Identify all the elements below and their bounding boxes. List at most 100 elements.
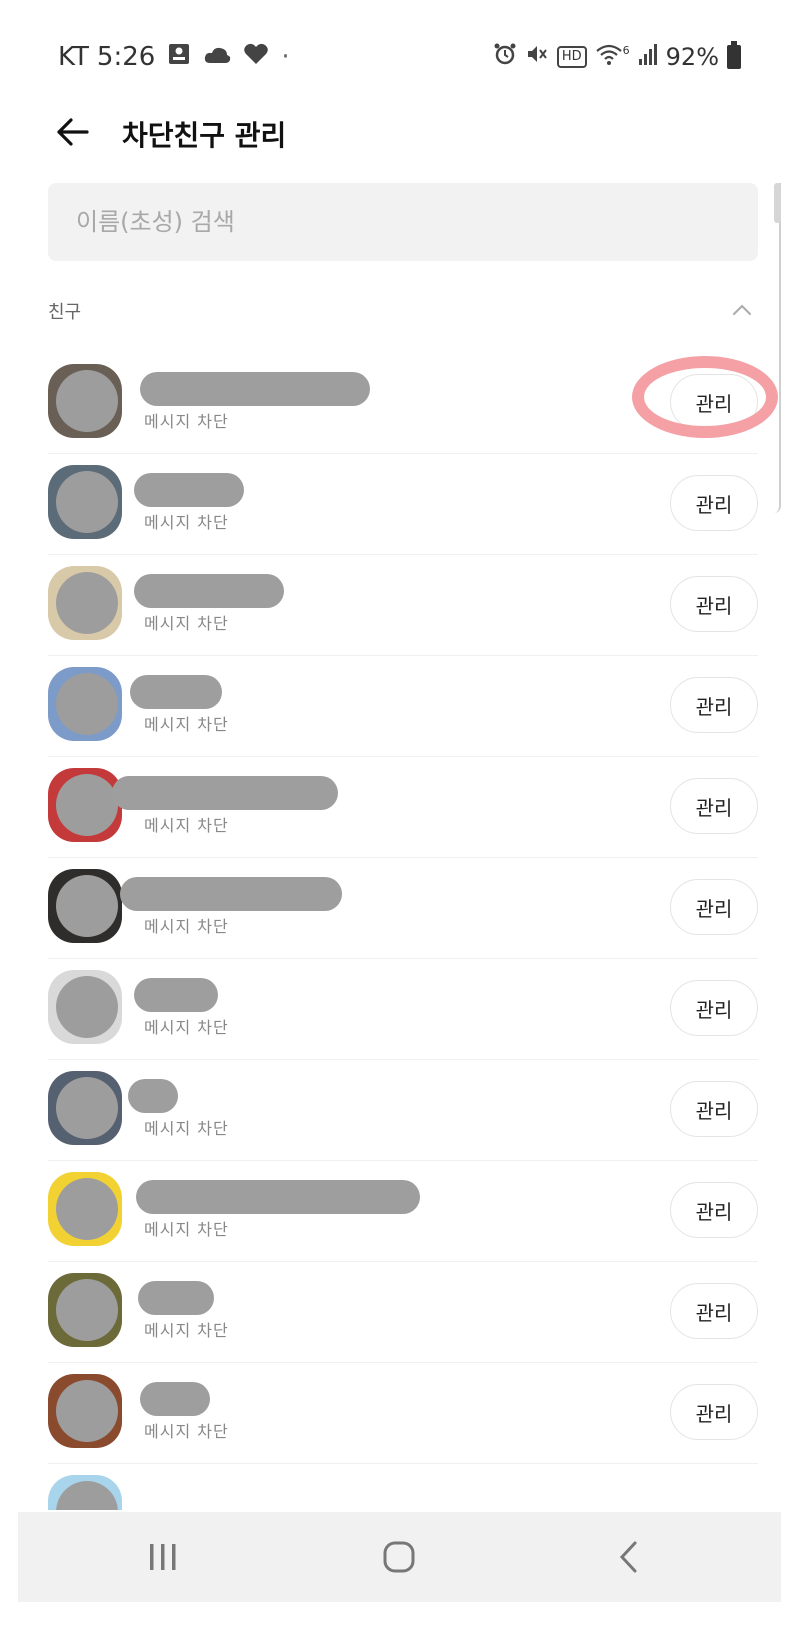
manage-button[interactable]: 관리 bbox=[670, 475, 758, 531]
avatar-redaction bbox=[56, 1178, 118, 1240]
friend-status-label: 메시지 차단 bbox=[144, 715, 229, 734]
mute-icon bbox=[525, 42, 549, 72]
friend-name-redacted bbox=[134, 574, 284, 608]
status-dot: · bbox=[281, 42, 290, 72]
back-icon bbox=[619, 1541, 637, 1573]
manage-button[interactable]: 관리 bbox=[670, 1081, 758, 1137]
friend-name-redacted bbox=[130, 675, 222, 709]
manage-button[interactable]: 관리 bbox=[670, 1384, 758, 1440]
avatar bbox=[48, 768, 122, 842]
friend-name-redacted bbox=[128, 1079, 178, 1113]
hd-voice-icon: HD bbox=[556, 46, 587, 68]
home-icon bbox=[383, 1541, 415, 1573]
message-icon bbox=[167, 42, 191, 72]
manage-button[interactable]: 관리 bbox=[670, 778, 758, 834]
search-box[interactable] bbox=[48, 183, 758, 261]
friend-name-redacted bbox=[120, 877, 342, 911]
friend-row[interactable]: 메시지 차단 관리 bbox=[48, 1360, 758, 1464]
alarm-icon bbox=[493, 42, 517, 72]
status-left: KT 5:26 · bbox=[58, 42, 290, 72]
avatar bbox=[48, 1172, 122, 1246]
page-title: 차단친구 관리 bbox=[122, 119, 287, 152]
friend-status-label: 메시지 차단 bbox=[144, 1018, 229, 1037]
avatar bbox=[48, 364, 122, 438]
avatar-redaction bbox=[56, 1279, 118, 1341]
signal-icon bbox=[638, 43, 658, 71]
avatar bbox=[48, 1374, 122, 1448]
avatar-redaction bbox=[56, 875, 118, 937]
friend-row[interactable]: 메시지 차단 관리 bbox=[48, 1158, 758, 1262]
back-button[interactable] bbox=[50, 110, 94, 154]
friend-row[interactable]: 메시지 차단 관리 bbox=[48, 350, 758, 454]
carrier-label: KT bbox=[58, 42, 89, 72]
section-title: 친구 bbox=[48, 302, 82, 323]
friend-row[interactable]: 메시지 차단 관리 bbox=[48, 855, 758, 959]
avatar-redaction bbox=[56, 572, 118, 634]
friend-name-redacted bbox=[136, 1180, 420, 1214]
manage-button[interactable]: 관리 bbox=[670, 1182, 758, 1238]
friend-status-label: 메시지 차단 bbox=[144, 1422, 229, 1441]
blocked-friend-list: 메시지 차단 관리 메시지 차단 관리 메시지 차단 관리 메시지 차단 관리 메시지 차단 관리… bbox=[0, 350, 799, 1510]
friend-row[interactable]: 메시지 차단 관리 bbox=[48, 653, 758, 757]
clock: 5:26 bbox=[96, 42, 156, 72]
friend-row[interactable]: 메시지 차단 관리 bbox=[48, 754, 758, 858]
avatar bbox=[48, 869, 122, 943]
manage-button[interactable]: 관리 bbox=[670, 374, 758, 430]
friend-name-redacted bbox=[140, 1382, 210, 1416]
friend-row[interactable]: 메시지 차단 관리 bbox=[48, 451, 758, 555]
friend-row[interactable]: 메시지 차단 관리 bbox=[48, 1259, 758, 1363]
battery-icon bbox=[727, 41, 741, 69]
avatar bbox=[48, 1475, 122, 1510]
section-header-friends: 친구 bbox=[48, 290, 758, 330]
friend-name-redacted bbox=[134, 473, 244, 507]
chevron-up-icon bbox=[733, 304, 751, 315]
battery-percent: 92% bbox=[665, 43, 719, 71]
arrow-left-icon bbox=[57, 118, 89, 146]
friend-row[interactable]: 메시지 차단 관리 bbox=[48, 956, 758, 1060]
avatar bbox=[48, 667, 122, 741]
friend-status-label: 메시지 차단 bbox=[144, 816, 229, 835]
avatar-redaction bbox=[56, 1077, 118, 1139]
friend-row[interactable]: 메시지 차단 관리 bbox=[48, 552, 758, 656]
manage-button[interactable]: 관리 bbox=[670, 677, 758, 733]
avatar bbox=[48, 465, 122, 539]
avatar-redaction bbox=[56, 673, 118, 735]
friend-status-label: 메시지 차단 bbox=[144, 1119, 229, 1138]
scrollbar-thumb[interactable] bbox=[774, 183, 781, 223]
manage-button[interactable]: 관리 bbox=[670, 980, 758, 1036]
friend-name-redacted bbox=[140, 372, 370, 406]
avatar-redaction bbox=[56, 1481, 118, 1510]
status-bar: KT 5:26 · HD 6 92% bbox=[0, 0, 799, 100]
friend-status-label: 메시지 차단 bbox=[144, 513, 229, 532]
manage-button[interactable]: 관리 bbox=[670, 1283, 758, 1339]
recents-button[interactable] bbox=[103, 1512, 223, 1602]
network-superscript: 6 bbox=[622, 43, 630, 57]
friend-status-label: 메시지 차단 bbox=[144, 1220, 229, 1239]
system-back-button[interactable] bbox=[569, 1512, 689, 1602]
app-bar: 차단친구 관리 bbox=[0, 100, 799, 180]
avatar-redaction bbox=[56, 370, 118, 432]
friend-status-label: 메시지 차단 bbox=[144, 614, 229, 633]
heart-icon bbox=[243, 42, 269, 72]
avatar-redaction bbox=[56, 471, 118, 533]
avatar-redaction bbox=[56, 976, 118, 1038]
navigation-bar bbox=[18, 1512, 781, 1602]
friend-row[interactable]: 메시지 차단 관리 bbox=[48, 1057, 758, 1161]
avatar bbox=[48, 970, 122, 1044]
avatar-redaction bbox=[56, 1380, 118, 1442]
manage-button[interactable]: 관리 bbox=[670, 576, 758, 632]
collapse-button[interactable] bbox=[726, 294, 758, 326]
friend-row[interactable] bbox=[48, 1461, 758, 1510]
manage-button[interactable]: 관리 bbox=[670, 879, 758, 935]
friend-name-redacted bbox=[134, 978, 218, 1012]
recents-icon bbox=[150, 1544, 176, 1570]
search-input[interactable] bbox=[76, 201, 716, 243]
friend-name-redacted bbox=[138, 1281, 214, 1315]
avatar bbox=[48, 566, 122, 640]
friend-status-label: 메시지 차단 bbox=[144, 917, 229, 936]
avatar bbox=[48, 1071, 122, 1145]
home-button[interactable] bbox=[339, 1512, 459, 1602]
avatar-redaction bbox=[56, 774, 118, 836]
friend-status-label: 메시지 차단 bbox=[144, 1321, 229, 1340]
status-right: HD 6 92% bbox=[493, 41, 741, 72]
